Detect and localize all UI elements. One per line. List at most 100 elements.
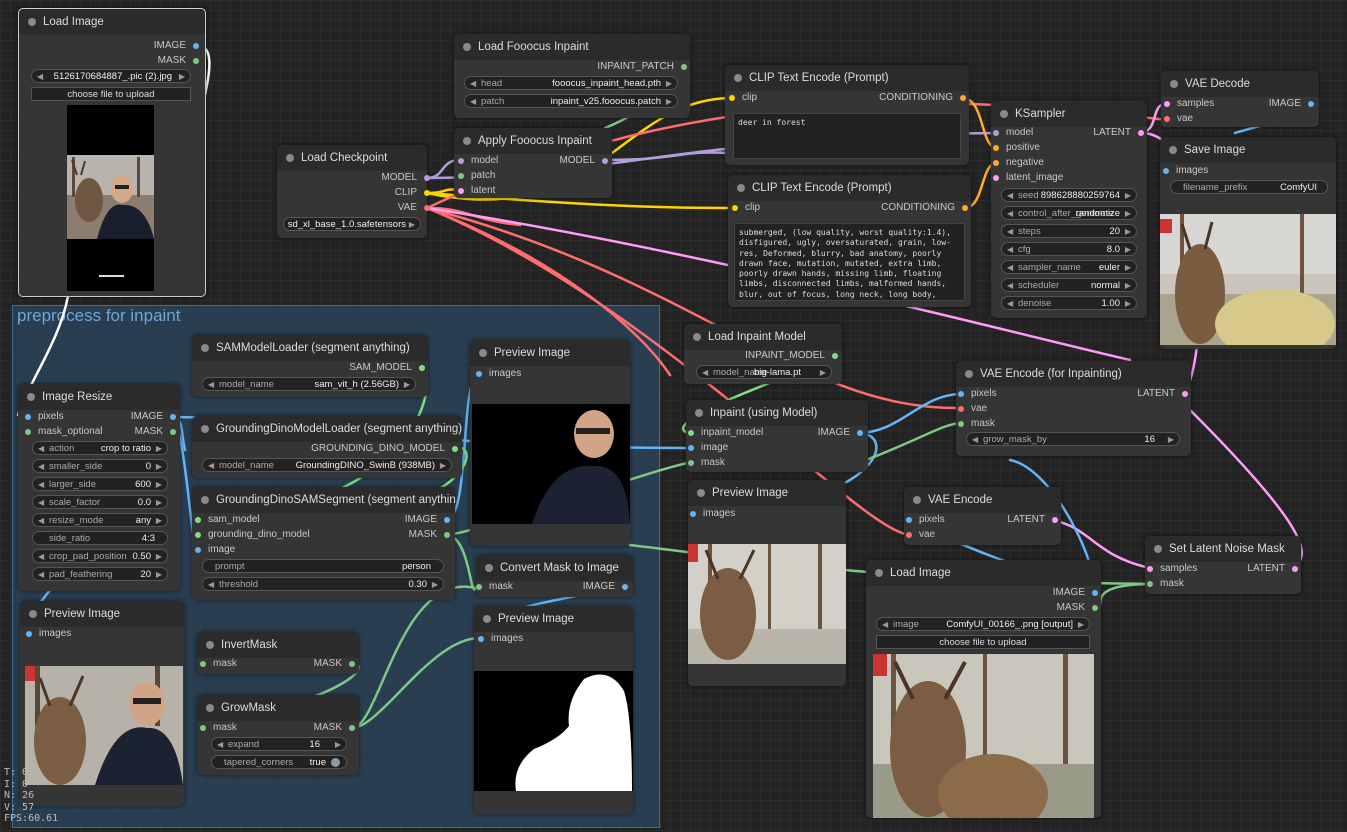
- arrow-left-icon[interactable]: ◀: [1007, 297, 1013, 309]
- input-positive[interactable]: positive: [993, 141, 1040, 155]
- sam-pin-icon[interactable]: [195, 517, 201, 523]
- arrow-left-icon[interactable]: ◀: [38, 568, 44, 580]
- patch-pin-icon[interactable]: [681, 64, 687, 70]
- mask-pin-icon[interactable]: [349, 661, 355, 667]
- collapse-dot-icon[interactable]: [734, 74, 742, 82]
- choose-file-button[interactable]: choose file to upload: [876, 635, 1090, 649]
- node-title[interactable]: GrowMask: [197, 695, 359, 721]
- collapse-dot-icon[interactable]: [875, 569, 883, 577]
- node-title[interactable]: KSampler: [991, 101, 1147, 127]
- mask-pin-icon[interactable]: [688, 460, 694, 466]
- arrow-left-icon[interactable]: ◀: [37, 70, 43, 82]
- image-pin-icon[interactable]: [476, 371, 482, 377]
- node-title[interactable]: Apply Fooocus Inpaint: [454, 128, 612, 154]
- image-pin-icon[interactable]: [688, 445, 694, 451]
- input-pixels[interactable]: pixels: [25, 410, 64, 424]
- mask-pin-icon[interactable]: [1092, 605, 1098, 611]
- node-preview-image-segment[interactable]: Preview Image images: [470, 340, 630, 546]
- conditioning-pin-icon[interactable]: [993, 145, 999, 151]
- node-image-resize[interactable]: Image Resize pixels mask_optional IMAGE …: [18, 384, 180, 591]
- model-name-select[interactable]: ◀ model_name big-lama.pt ▶: [696, 365, 832, 379]
- model-pin-icon[interactable]: [424, 175, 430, 181]
- input-images[interactable]: images: [476, 367, 521, 381]
- vae-pin-icon[interactable]: [424, 205, 430, 211]
- node-title[interactable]: Load Fooocus Inpaint: [454, 34, 690, 60]
- node-convert-mask-to-image[interactable]: Convert Mask to Image mask IMAGE: [476, 555, 633, 597]
- output-mask[interactable]: MASK: [409, 528, 450, 542]
- mask-pin-icon[interactable]: [958, 421, 964, 427]
- sam-pin-icon[interactable]: [452, 446, 458, 452]
- arrow-right-icon[interactable]: ▶: [1168, 433, 1174, 445]
- node-grow-mask[interactable]: GrowMask mask MASK ◀ expand 16 ▶ tapered_co…: [197, 695, 359, 775]
- output-grounding-dino-model[interactable]: GROUNDING_DINO_MODEL: [311, 442, 458, 456]
- image-pin-icon[interactable]: [26, 631, 32, 637]
- node-clip-text-encode-positive[interactable]: CLIP Text Encode (Prompt) clip CONDITION…: [725, 65, 969, 165]
- node-invert-mask[interactable]: InvertMask mask MASK: [197, 632, 359, 674]
- latent-pin-icon[interactable]: [1052, 517, 1058, 523]
- latent-pin-icon[interactable]: [1147, 566, 1153, 572]
- output-latent[interactable]: LATENT: [1137, 387, 1188, 401]
- arrow-left-icon[interactable]: ◀: [38, 496, 44, 508]
- node-title[interactable]: Set Latent Noise Mask: [1145, 536, 1301, 562]
- arrow-left-icon[interactable]: ◀: [208, 578, 214, 590]
- patch-pin-icon[interactable]: [458, 173, 464, 179]
- sam-pin-icon[interactable]: [419, 365, 425, 371]
- input-samples[interactable]: samples: [1147, 562, 1197, 576]
- arrow-right-icon[interactable]: ▶: [432, 578, 438, 590]
- arrow-left-icon[interactable]: ◀: [470, 95, 476, 107]
- image-select[interactable]: ◀ image ComfyUI_00166_.png [output] ▶: [876, 617, 1090, 631]
- vae-pin-icon[interactable]: [906, 532, 912, 538]
- image-pin-icon[interactable]: [622, 584, 628, 590]
- inpaint-model-pin-icon[interactable]: [832, 353, 838, 359]
- negative-prompt-textarea[interactable]: submerged, (low quality, worst quality:1…: [734, 223, 965, 301]
- node-title[interactable]: SAMModelLoader (segment anything): [192, 335, 428, 361]
- collapse-dot-icon[interactable]: [1170, 80, 1178, 88]
- input-vae[interactable]: vae: [1164, 112, 1193, 126]
- input-inpaint-model[interactable]: inpaint_model: [688, 426, 763, 440]
- node-title[interactable]: InvertMask: [197, 632, 359, 658]
- node-title[interactable]: GroundingDinoModelLoader (segment anythi…: [192, 416, 462, 442]
- expand-widget[interactable]: ◀ expand 16 ▶: [211, 737, 347, 751]
- input-clip[interactable]: clip: [729, 91, 757, 105]
- model-name-select[interactable]: ◀ model_name GroundingDINO_SwinB (938MB) ▶: [202, 458, 452, 472]
- conditioning-pin-icon[interactable]: [962, 205, 968, 211]
- arrow-left-icon[interactable]: ◀: [208, 378, 214, 390]
- output-sam-model[interactable]: SAM_MODEL: [349, 361, 425, 375]
- mask-pin-icon[interactable]: [349, 725, 355, 731]
- arrow-right-icon[interactable]: ▶: [404, 378, 410, 390]
- node-title[interactable]: Convert Mask to Image: [476, 555, 633, 581]
- output-conditioning[interactable]: CONDITIONING: [879, 91, 966, 105]
- image-pin-icon[interactable]: [958, 391, 964, 397]
- arrow-left-icon[interactable]: ◀: [38, 460, 44, 472]
- output-image[interactable]: IMAGE: [154, 39, 199, 53]
- output-latent[interactable]: LATENT: [1007, 513, 1058, 527]
- latent-pin-icon[interactable]: [1292, 566, 1298, 572]
- input-patch[interactable]: patch: [458, 169, 495, 183]
- mask-pin-icon[interactable]: [1147, 581, 1153, 587]
- arrow-right-icon[interactable]: ▶: [156, 478, 162, 490]
- node-title[interactable]: Load Image: [19, 9, 205, 35]
- input-grounding-dino-model[interactable]: grounding_dino_model: [195, 528, 310, 542]
- output-mask[interactable]: MASK: [135, 425, 176, 439]
- input-vae[interactable]: vae: [906, 528, 935, 542]
- output-latent[interactable]: LATENT: [1247, 562, 1298, 576]
- image-pin-icon[interactable]: [906, 517, 912, 523]
- image-pin-icon[interactable]: [690, 511, 696, 517]
- collapse-dot-icon[interactable]: [27, 393, 35, 401]
- arrow-right-icon[interactable]: ▶: [820, 366, 826, 378]
- collapse-dot-icon[interactable]: [1154, 545, 1162, 553]
- inpaint-model-pin-icon[interactable]: [688, 430, 694, 436]
- arrow-right-icon[interactable]: ▶: [1125, 225, 1131, 237]
- arrow-right-icon[interactable]: ▶: [1078, 618, 1084, 630]
- collapse-dot-icon[interactable]: [201, 496, 209, 504]
- output-image[interactable]: IMAGE: [1053, 586, 1098, 600]
- mask-pin-icon[interactable]: [444, 532, 450, 538]
- arrow-left-icon[interactable]: ◀: [470, 77, 476, 89]
- arrow-left-icon[interactable]: ◀: [208, 459, 214, 471]
- collapse-dot-icon[interactable]: [485, 564, 493, 572]
- clip-pin-icon[interactable]: [732, 205, 738, 211]
- output-image[interactable]: IMAGE: [405, 513, 450, 527]
- grow-mask-by-widget[interactable]: ◀ grow_mask_by 16 ▶: [966, 432, 1180, 446]
- vae-pin-icon[interactable]: [958, 406, 964, 412]
- output-mask[interactable]: MASK: [1057, 601, 1098, 615]
